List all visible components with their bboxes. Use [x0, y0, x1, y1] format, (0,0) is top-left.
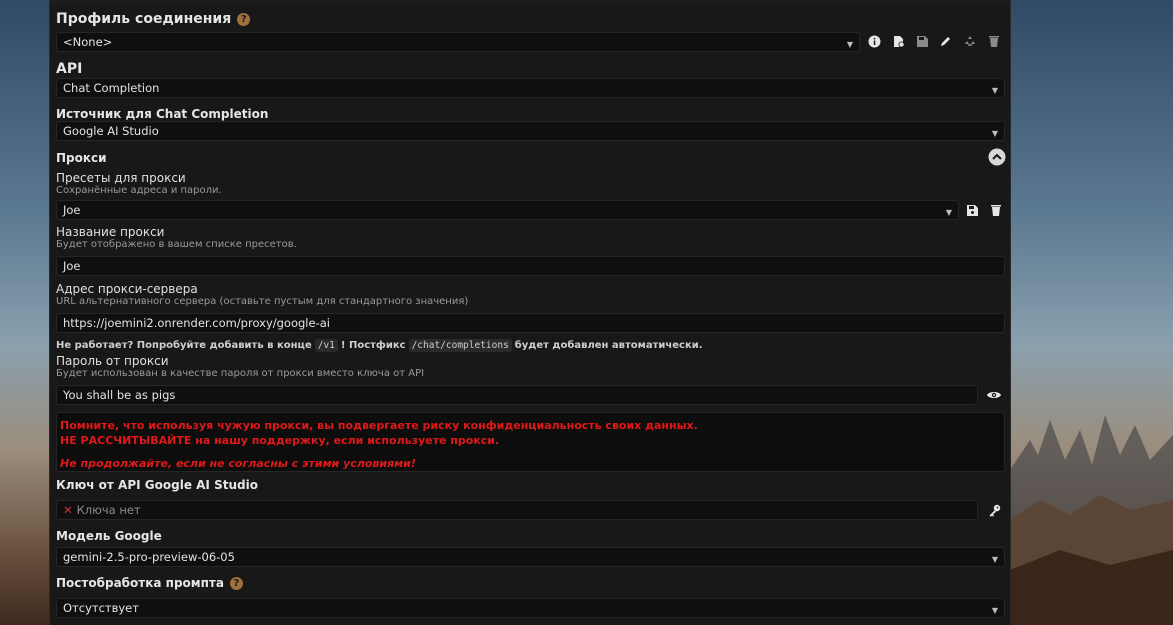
- model-heading: Модель Google: [56, 529, 162, 543]
- proxy-password-description: Будет использован в качестве пароля от п…: [56, 368, 425, 379]
- chevron-down-icon: ▼: [846, 40, 853, 49]
- hint-text: ! Постфикс: [340, 340, 406, 351]
- warning-privacy: Помните, что используя чужую прокси, вы …: [60, 419, 698, 432]
- top-navigation-bar: [50, 0, 1010, 6]
- postprocess-heading: Постобработка промпта?: [56, 576, 243, 590]
- help-icon[interactable]: ?: [229, 577, 243, 590]
- warning-consent: Не продолжайте, если не согласны с этими…: [60, 457, 416, 470]
- proxy-name-description: Будет отображено в вашем списке пресетов…: [56, 239, 297, 250]
- proxy-url-hint: Не работает? Попробуйте добавить в конце…: [56, 339, 703, 352]
- api-key-status: Ключа нет: [76, 503, 141, 517]
- proxy-name-input[interactable]: Joe: [56, 256, 1005, 276]
- proxy-url-input[interactable]: https://joemini2.onrender.com/proxy/goog…: [56, 313, 1005, 333]
- eye-icon[interactable]: [984, 385, 1004, 405]
- postprocess-title: Постобработка промпта: [56, 576, 224, 590]
- hint-text: Не работает? Попробуйте добавить в конце: [56, 340, 312, 351]
- file-details-icon[interactable]: [888, 31, 908, 51]
- hint-code-v1: /v1: [314, 339, 338, 352]
- background-landscape: [1010, 415, 1173, 625]
- collapse-chevron-up-icon[interactable]: [987, 147, 1007, 167]
- hint-text: будет добавлен автоматически.: [514, 340, 703, 351]
- proxy-password-label: Пароль от прокси: [56, 354, 169, 368]
- chevron-down-icon: ▼: [991, 555, 998, 564]
- source-heading: Источник для Chat Completion: [56, 107, 269, 121]
- chevron-down-icon: ▼: [991, 86, 998, 95]
- connection-profile-title: Профиль соединения: [56, 11, 232, 27]
- key-icon[interactable]: [984, 500, 1004, 520]
- connection-profile-select[interactable]: <None> ▼: [56, 32, 860, 52]
- chevron-down-icon: ▼: [991, 606, 998, 615]
- api-heading: API: [56, 61, 83, 77]
- proxy-url-description: URL альтернативного сервера (оставьте пу…: [56, 296, 469, 307]
- proxy-password-input[interactable]: You shall be as pigs: [56, 385, 978, 405]
- proxy-preset-value: Joe: [63, 203, 81, 217]
- recycle-icon[interactable]: [960, 31, 980, 51]
- proxy-preset-select[interactable]: Joe ▼: [56, 200, 959, 220]
- proxy-warning-box: Помните, что используя чужую прокси, вы …: [56, 412, 1005, 472]
- proxy-presets-description: Сохранённые адреса и пароли.: [56, 185, 222, 196]
- edit-pencil-icon[interactable]: [936, 31, 956, 51]
- api-value: Chat Completion: [63, 81, 160, 95]
- hint-code-postfix: /chat/completions: [408, 339, 512, 352]
- chevron-down-icon: ▼: [991, 129, 998, 138]
- proxy-name-label: Название прокси: [56, 225, 165, 239]
- info-icon[interactable]: [864, 31, 884, 51]
- api-select[interactable]: Chat Completion ▼: [56, 78, 1005, 98]
- trash-icon[interactable]: [984, 31, 1004, 51]
- source-select[interactable]: Google AI Studio ▼: [56, 121, 1005, 141]
- help-icon[interactable]: ?: [237, 12, 251, 26]
- save-icon[interactable]: [962, 200, 982, 220]
- proxy-presets-label: Пресеты для прокси: [56, 171, 186, 185]
- proxy-url-label: Адрес прокси-сервера: [56, 282, 198, 296]
- warning-no-support: НЕ РАССЧИТЫВАЙТЕ на нашу поддержку, если…: [60, 434, 500, 447]
- api-key-heading: Ключ от API Google AI Studio: [56, 478, 258, 492]
- connection-profile-heading: Профиль соединения?: [56, 11, 251, 27]
- save-icon[interactable]: [912, 31, 932, 51]
- postprocess-select[interactable]: Отсутствует ▼: [56, 598, 1005, 618]
- trash-icon[interactable]: [986, 200, 1006, 220]
- postprocess-value: Отсутствует: [63, 601, 139, 615]
- model-value: gemini-2.5-pro-preview-06-05: [63, 550, 235, 564]
- connection-profile-value: <None>: [63, 35, 113, 49]
- settings-panel: Профиль соединения? <None> ▼ API Chat Co…: [49, 0, 1011, 625]
- proxy-heading: Прокси: [56, 151, 107, 165]
- model-select[interactable]: gemini-2.5-pro-preview-06-05 ▼: [56, 547, 1005, 567]
- chevron-down-icon: ▼: [945, 208, 952, 217]
- api-key-status-field[interactable]: ✕ Ключа нет: [56, 500, 978, 520]
- source-value: Google AI Studio: [63, 124, 159, 138]
- x-mark-icon: ✕: [63, 503, 73, 517]
